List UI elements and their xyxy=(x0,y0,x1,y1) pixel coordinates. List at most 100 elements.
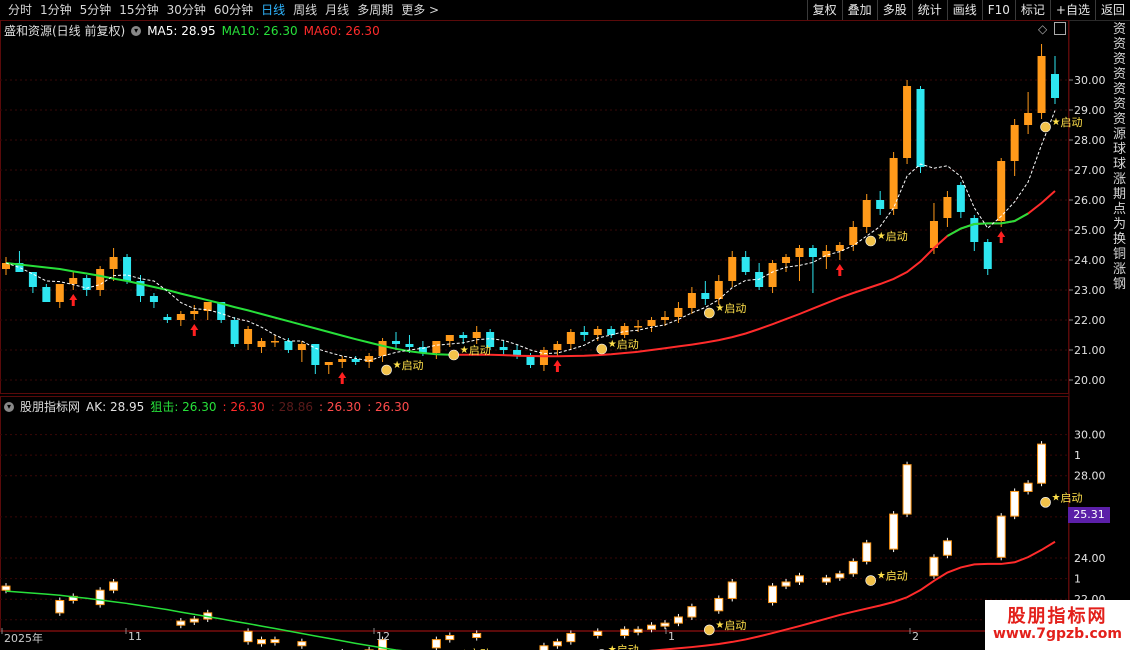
ma60-line xyxy=(449,190,1056,358)
main-money-bag-icon xyxy=(1040,121,1051,133)
sub-bar xyxy=(848,560,858,575)
main-money-bag-icon xyxy=(704,307,715,319)
candle-body xyxy=(1037,56,1046,113)
sub-bar xyxy=(176,620,186,626)
candle-body xyxy=(687,293,696,308)
ma10-line-late xyxy=(946,212,1029,237)
main-money-bag-icon xyxy=(865,235,877,247)
up-arrow-icon xyxy=(553,360,562,372)
right-side-list[interactable]: 资资资资资资资源球球涨期点为换铜涨钢 xyxy=(1113,22,1130,392)
current-price-badge: 25.31 xyxy=(1068,507,1110,523)
main-star-icon: ★ xyxy=(715,303,724,314)
candle-body xyxy=(580,332,589,335)
sub-money-bag-icon xyxy=(704,624,715,636)
date-label: 2025年 xyxy=(4,632,43,645)
candle-body xyxy=(190,311,199,314)
candle-body xyxy=(230,320,239,344)
candle-body xyxy=(903,86,912,158)
main-signal-label: 启动 xyxy=(1061,116,1083,129)
up-arrow-icon xyxy=(835,264,844,276)
candle-body xyxy=(795,248,804,257)
candle-body xyxy=(270,341,279,343)
candle-body xyxy=(782,257,791,263)
candle-body xyxy=(701,293,710,299)
sub-bar xyxy=(109,581,119,591)
sub-bar xyxy=(996,515,1006,558)
candle-body xyxy=(297,344,306,350)
candle-body xyxy=(862,200,871,227)
candle-body xyxy=(351,359,360,362)
sub-bar xyxy=(821,577,831,583)
sub-axis-label: 1 xyxy=(1074,573,1081,586)
price-axis-label: 25.00 xyxy=(1074,224,1106,237)
sub-bar xyxy=(942,540,952,556)
candle-body xyxy=(499,347,508,350)
sub-bar xyxy=(270,639,280,644)
candle-body xyxy=(1010,125,1019,161)
sub-bar xyxy=(55,600,65,614)
candle-body xyxy=(55,284,64,302)
sub-bar xyxy=(673,616,683,624)
price-axis-label: 23.00 xyxy=(1074,284,1106,297)
candle-body xyxy=(432,341,441,353)
candle-body xyxy=(970,218,979,242)
price-axis-label: 30.00 xyxy=(1074,74,1106,87)
sub-bar xyxy=(647,624,657,630)
candle-body xyxy=(123,257,132,281)
sub-bar xyxy=(445,634,455,641)
candle-body xyxy=(96,269,105,290)
sub-bar xyxy=(620,628,630,636)
sub-bar xyxy=(794,575,804,583)
price-axis-label: 28.00 xyxy=(1074,134,1106,147)
candle-body xyxy=(539,350,548,365)
candle-body xyxy=(728,257,737,281)
candle-body xyxy=(109,257,118,269)
candle-body xyxy=(660,317,669,320)
main-signal-label: 启动 xyxy=(469,344,491,357)
sub-bar xyxy=(687,606,697,618)
sub-bar xyxy=(862,542,872,562)
candle-body xyxy=(566,332,575,344)
price-axis-label: 27.00 xyxy=(1074,164,1106,177)
sub-axis-label: 1 xyxy=(1074,449,1081,462)
up-arrow-icon xyxy=(190,324,199,336)
price-axis-label: 20.00 xyxy=(1074,374,1106,387)
main-star-icon: ★ xyxy=(460,345,469,356)
chart-canvas: 30.0029.0028.0027.0026.0025.0024.0023.00… xyxy=(0,20,1106,650)
price-axis-label: 24.00 xyxy=(1074,254,1106,267)
candle-body xyxy=(593,329,602,335)
sub-money-bag-icon xyxy=(1040,497,1051,508)
candle-body xyxy=(405,344,414,347)
main-money-bag-icon xyxy=(448,349,460,361)
candle-body xyxy=(378,341,387,356)
main-star-icon: ★ xyxy=(1052,117,1061,128)
sub-bar xyxy=(257,639,267,645)
sub-bar xyxy=(714,597,724,612)
candle-body xyxy=(929,221,938,248)
candle-body xyxy=(472,332,481,338)
sub-bar xyxy=(431,639,441,649)
main-star-icon: ★ xyxy=(877,231,886,242)
watermark-url: www.7gpzb.com xyxy=(992,626,1122,642)
sub-bar xyxy=(593,630,603,636)
candle-body xyxy=(28,272,37,287)
up-arrow-icon xyxy=(338,372,347,384)
sub-star-icon: ★ xyxy=(715,620,724,631)
main-signal-label: 启动 xyxy=(886,230,908,243)
watermark: 股朋指标网 www.7gpzb.com xyxy=(985,600,1130,650)
sub-bar xyxy=(768,585,778,604)
main-money-bag-icon xyxy=(596,343,608,355)
sub-signal-label: 启动 xyxy=(724,619,746,632)
candle-body xyxy=(324,362,333,365)
sub-axis-label: 30.00 xyxy=(1074,429,1106,442)
candle-body xyxy=(634,326,643,328)
sub-bar xyxy=(243,630,253,643)
candle-body xyxy=(1051,74,1059,98)
sub-bar xyxy=(95,589,105,606)
candle-body xyxy=(983,242,992,269)
sub-bar xyxy=(660,622,670,627)
price-axis-label: 22.00 xyxy=(1074,314,1106,327)
main-panel-frame xyxy=(0,20,1069,394)
candle-body xyxy=(876,200,885,209)
candle-body xyxy=(149,296,158,302)
